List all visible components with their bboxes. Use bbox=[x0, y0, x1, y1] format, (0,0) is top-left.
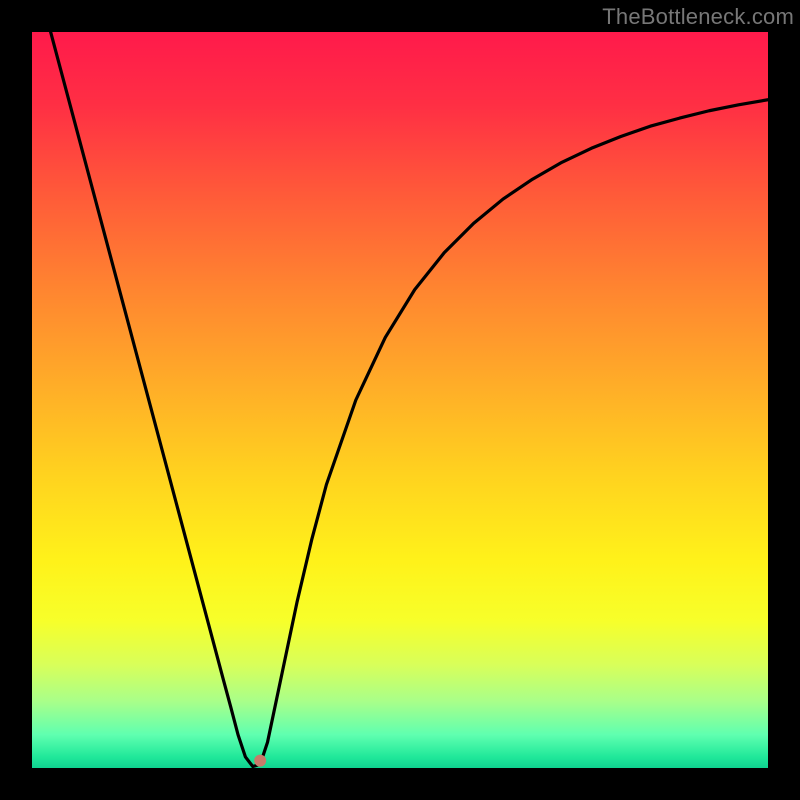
minimum-marker bbox=[254, 755, 266, 767]
chart-frame: TheBottleneck.com bbox=[0, 0, 800, 800]
watermark-text: TheBottleneck.com bbox=[602, 4, 794, 30]
plot-area bbox=[32, 32, 768, 768]
chart-svg bbox=[32, 32, 768, 768]
gradient-background bbox=[32, 32, 768, 768]
